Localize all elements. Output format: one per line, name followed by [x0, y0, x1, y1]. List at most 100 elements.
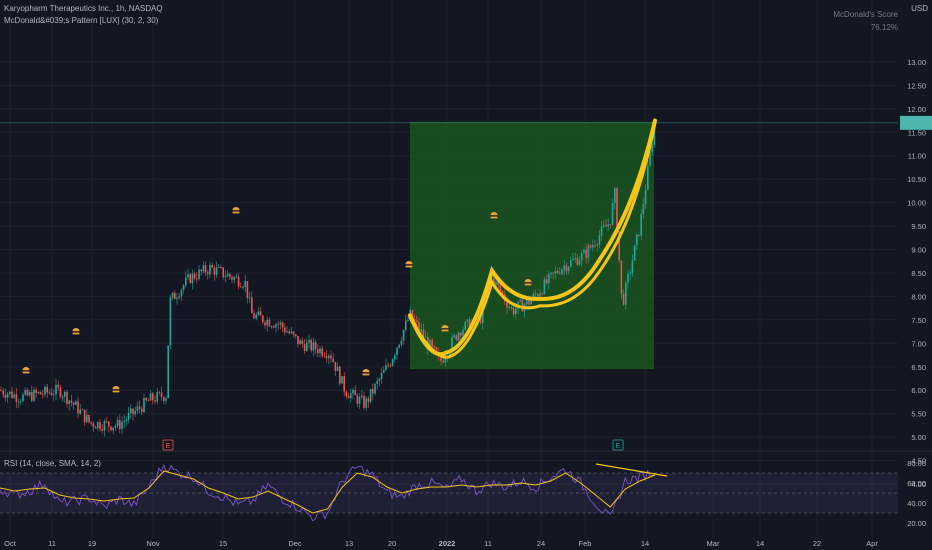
candle-body — [306, 342, 308, 352]
candle-body — [55, 384, 57, 395]
candle-body — [207, 272, 209, 275]
candle-body — [519, 299, 521, 302]
time-tick-label: 24 — [537, 539, 545, 548]
candle-body — [572, 259, 574, 261]
price-tick-label: 7.50 — [911, 316, 926, 325]
candle-body — [213, 267, 216, 275]
candle-body — [376, 380, 378, 384]
candle-body — [121, 422, 123, 429]
candle-body — [42, 394, 44, 396]
price-tick-label: 8.00 — [911, 292, 926, 301]
candle-body — [17, 401, 20, 403]
time-tick-label: 2022 — [439, 539, 456, 548]
candle-body — [64, 392, 66, 397]
rsi-title[interactable]: RSI (14, close, SMA, 14, 2) — [4, 459, 101, 468]
candle-body — [86, 414, 88, 423]
candle-body — [398, 344, 400, 348]
candle-body — [235, 276, 238, 278]
candle-body — [328, 355, 330, 359]
candle-body — [561, 269, 563, 274]
candle-body — [455, 335, 458, 341]
candle-body — [83, 409, 86, 423]
candle-body — [585, 249, 587, 258]
candle-body — [651, 144, 653, 153]
candle-body — [253, 313, 255, 319]
indicator-title[interactable]: McDonald&#039;s Pattern [LUX] (30, 2, 30… — [4, 16, 158, 25]
candle-body — [57, 384, 59, 388]
pattern-box — [410, 121, 654, 370]
price-tick-label: 8.50 — [911, 269, 926, 278]
candle-body — [182, 285, 185, 290]
candle-body — [299, 340, 301, 345]
candle-body — [163, 397, 165, 401]
candle-body — [649, 152, 651, 166]
candle-body — [20, 401, 22, 402]
candle-body — [231, 276, 233, 280]
candle-body — [574, 258, 576, 260]
candle-body — [88, 414, 90, 422]
candle-body — [114, 425, 117, 428]
candle-body — [633, 245, 636, 261]
candle-body — [592, 244, 594, 248]
candle-body — [94, 426, 97, 429]
candle-body — [550, 272, 552, 275]
price-tick-label: 12.00 — [907, 105, 926, 114]
candle-body — [101, 429, 103, 431]
candle-body — [336, 366, 339, 371]
candle-body — [75, 401, 77, 405]
candle-body — [358, 397, 361, 404]
candle-body — [11, 391, 13, 398]
candle-body — [383, 370, 385, 373]
candle-body — [563, 265, 565, 270]
candle-body — [334, 362, 337, 371]
score-value: 76.12% — [870, 23, 898, 32]
candle-body — [191, 273, 194, 283]
candle-body — [314, 342, 317, 350]
candle-body — [286, 331, 288, 333]
rsi-tick-label: 40.00 — [907, 499, 926, 508]
candle-body — [510, 307, 513, 308]
candle-body — [251, 297, 253, 314]
candle-body — [158, 392, 161, 393]
time-tick-label: 19 — [88, 539, 96, 548]
candle-body — [220, 267, 222, 268]
candle-body — [570, 260, 572, 267]
candle-body — [565, 265, 568, 272]
candle-body — [442, 360, 444, 363]
candle-body — [134, 410, 136, 415]
price-tick-label: 10.00 — [907, 199, 926, 208]
candle-body — [625, 282, 627, 305]
candle-body — [268, 319, 271, 327]
candle-body — [343, 376, 345, 392]
burger-patty — [441, 328, 449, 330]
candle-body — [218, 267, 220, 268]
candle-body — [99, 422, 101, 430]
candle-body — [581, 252, 583, 261]
candle-body — [301, 340, 304, 345]
candle-body — [130, 408, 132, 414]
candle-body — [145, 397, 147, 401]
candle-body — [141, 408, 143, 413]
candle-body — [354, 389, 356, 396]
chart-canvas[interactable]: EE 4.004.505.005.506.006.507.007.508.008… — [0, 0, 932, 550]
burger-patty — [72, 331, 80, 333]
candle-body — [290, 331, 293, 334]
candle-body — [123, 420, 125, 423]
candle-body — [178, 296, 180, 298]
candle-body — [367, 398, 370, 402]
candle-body — [607, 224, 609, 227]
candle-body — [541, 293, 543, 295]
price-tick-label: 6.00 — [911, 386, 926, 395]
candle-body — [464, 321, 466, 330]
candle-body — [545, 279, 548, 284]
candle-body — [372, 388, 374, 394]
candle-body — [68, 400, 70, 404]
candle-body — [152, 393, 154, 401]
candle-body — [229, 273, 231, 277]
candle-body — [50, 392, 53, 396]
candle-body — [189, 274, 191, 283]
time-tick-label: 14 — [756, 539, 764, 548]
candle-body — [508, 307, 510, 308]
candle-body — [70, 400, 73, 403]
candle-body — [108, 421, 110, 427]
